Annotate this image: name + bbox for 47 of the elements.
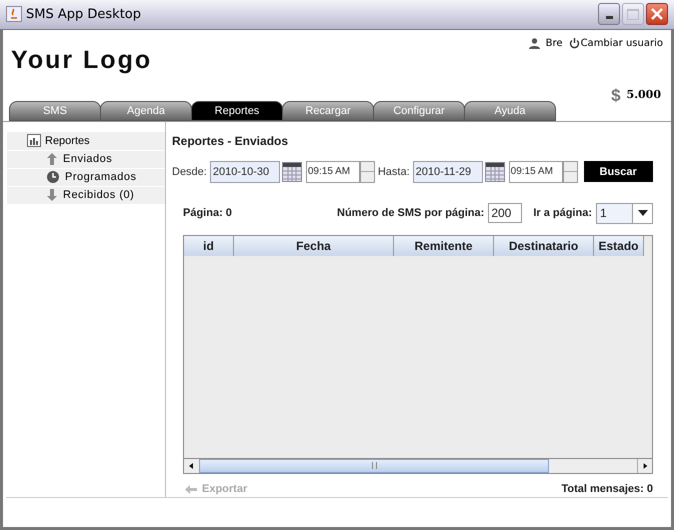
- chart-icon: [27, 134, 41, 148]
- clock-icon: [47, 171, 59, 184]
- down-arrow-icon: [47, 189, 57, 202]
- column-header[interactable]: Remitente: [394, 236, 494, 256]
- spinner-buttons[interactable]: [360, 160, 375, 183]
- user-icon: [528, 38, 540, 49]
- date-field[interactable]: 2010-10-30: [210, 160, 280, 183]
- switch-user-link[interactable]: Cambiar usuario: [580, 36, 663, 51]
- window-title: SMS App Desktop: [26, 6, 141, 24]
- spinner-buttons[interactable]: [562, 160, 578, 183]
- left-arrow-icon: [185, 484, 197, 494]
- tree-item[interactable]: Reportes: [7, 132, 165, 150]
- calendar-icon[interactable]: [282, 162, 302, 182]
- to-label: Hasta:: [378, 164, 410, 180]
- per-page-label: Número de SMS por página:: [337, 206, 484, 221]
- column-header[interactable]: Destinatario: [494, 236, 594, 256]
- logo: Your Logo: [11, 44, 152, 76]
- goto-page-label: Ir a página:: [533, 206, 592, 221]
- total-messages: Total mensajes: 0: [562, 482, 653, 497]
- section-title: Reportes - Enviados: [172, 132, 290, 150]
- currency-symbol: $: [611, 84, 621, 107]
- page-dropdown[interactable]: 1: [596, 202, 653, 224]
- close-button[interactable]: [646, 3, 668, 26]
- column-header[interactable]: Fecha: [234, 236, 394, 256]
- tab[interactable]: Reportes: [191, 100, 283, 121]
- dropdown-arrow-icon: [638, 210, 648, 216]
- calendar-icon[interactable]: [484, 162, 505, 182]
- tree-item[interactable]: Enviados: [7, 150, 165, 168]
- from-label: Desde:: [172, 164, 207, 180]
- up-arrow-icon: [47, 153, 57, 166]
- user-name: Bre: [546, 36, 563, 51]
- per-page-field[interactable]: 200: [488, 203, 522, 224]
- time-field[interactable]: 09:15 AM: [508, 160, 563, 183]
- app-icon: [6, 6, 22, 22]
- tree-item[interactable]: Programados: [7, 168, 165, 186]
- column-header[interactable]: Estado: [594, 236, 644, 256]
- column-header[interactable]: id: [184, 236, 234, 256]
- tree-item[interactable]: Recibidos (0): [7, 186, 165, 204]
- time-field[interactable]: 09:15 AM: [306, 160, 360, 183]
- horizontal-scrollbar[interactable]: [184, 458, 652, 473]
- search-button[interactable]: Buscar: [584, 161, 653, 182]
- minimize-button[interactable]: [598, 3, 620, 26]
- power-icon: [568, 37, 580, 50]
- page-label: Página: 0: [183, 206, 232, 221]
- balance-value: 5.000: [626, 87, 661, 104]
- date-field[interactable]: 2010-11-29: [412, 160, 483, 183]
- close-icon: [651, 8, 663, 20]
